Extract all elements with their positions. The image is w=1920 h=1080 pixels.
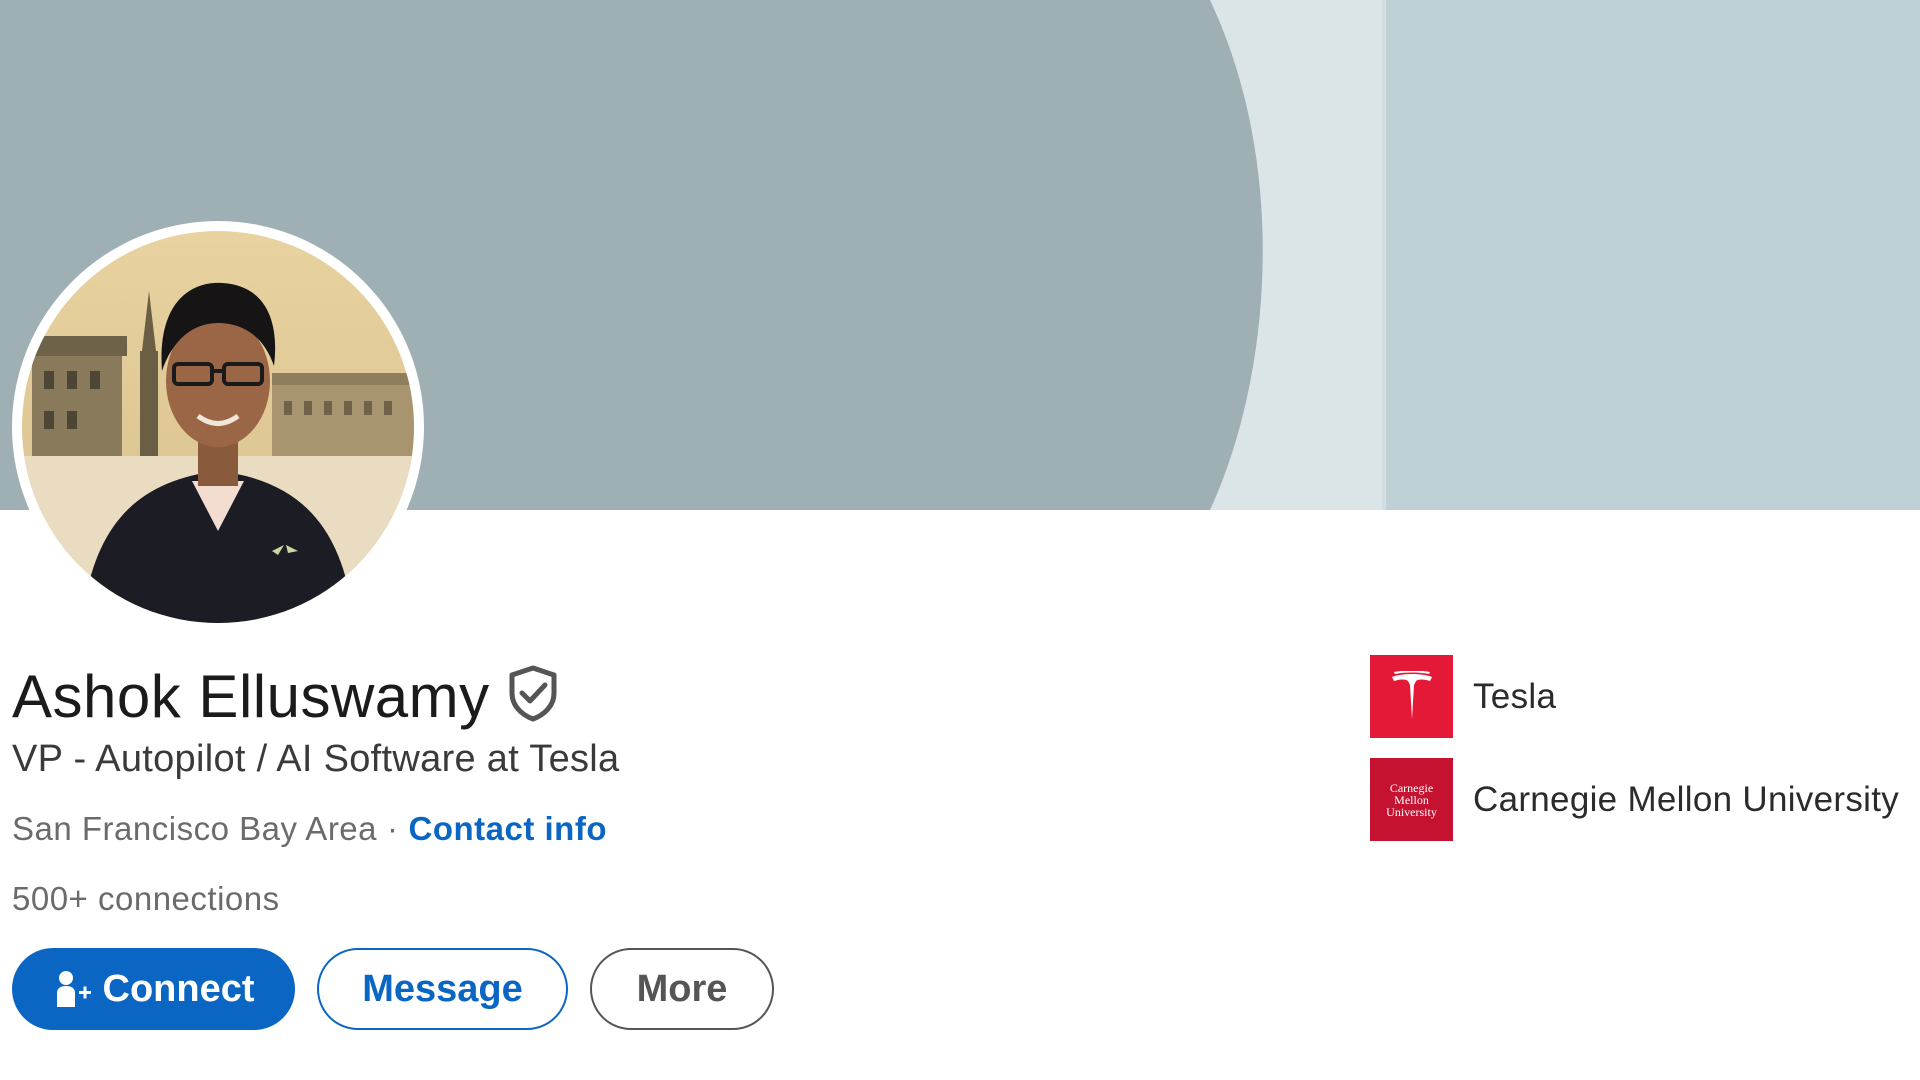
connect-button[interactable]: Connect — [12, 948, 295, 1030]
profile-headline: VP - Autopilot / AI Software at Tesla — [12, 738, 620, 780]
org-name-tesla: Tesla — [1473, 676, 1557, 716]
cmu-logo-icon: Carnegie Mellon University — [1370, 758, 1453, 841]
org-item-cmu[interactable]: Carnegie Mellon University Carnegie Mell… — [1370, 758, 1899, 841]
tesla-logo-icon — [1370, 655, 1453, 738]
connections-count: 500+ connections — [12, 880, 280, 917]
profile-location: San Francisco Bay Area — [12, 810, 378, 847]
org-item-tesla[interactable]: Tesla — [1370, 655, 1899, 738]
profile-avatar[interactable] — [12, 221, 424, 633]
connect-label: Connect — [102, 967, 255, 1010]
separator-dot: · — [387, 810, 399, 847]
contact-info-link[interactable]: Contact info — [409, 810, 607, 848]
profile-name: Ashok Elluswamy — [12, 663, 490, 730]
profile-actions: Connect Message More — [12, 948, 774, 1030]
add-person-icon — [56, 971, 91, 1007]
profile-photo — [22, 231, 414, 623]
location-row: San Francisco Bay Area · Contact info — [12, 810, 607, 848]
message-button[interactable]: Message — [317, 948, 568, 1030]
shield-check-icon[interactable] — [506, 664, 560, 722]
profile-name-row: Ashok Elluswamy — [12, 660, 560, 734]
more-button[interactable]: More — [590, 948, 774, 1030]
org-name-cmu: Carnegie Mellon University — [1473, 779, 1900, 819]
organizations-list: Tesla Carnegie Mellon University Carnegi… — [1370, 655, 1899, 861]
